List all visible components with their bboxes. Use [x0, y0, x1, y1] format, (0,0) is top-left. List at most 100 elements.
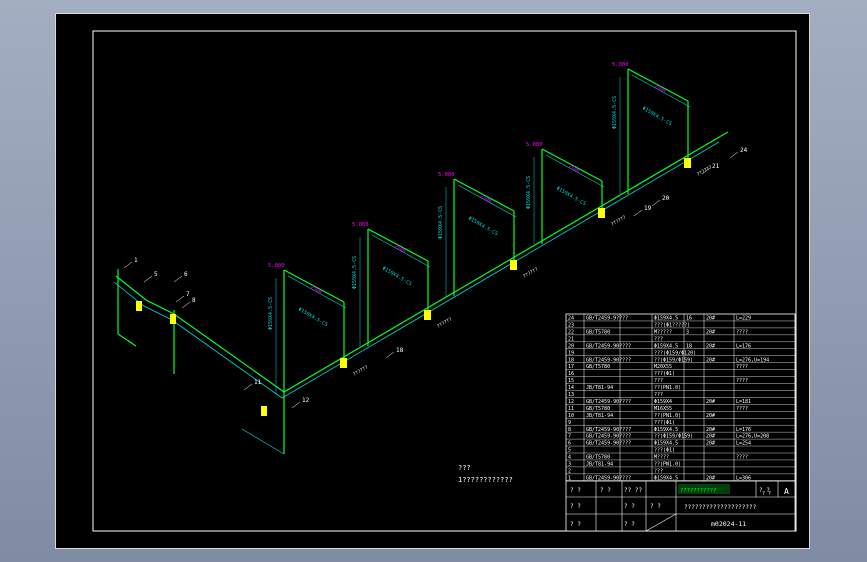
- title-mid-3: ? ?: [624, 521, 635, 528]
- bom-cell: 16: [686, 316, 692, 322]
- drawing-sheet: Φ159X4.5-CS Φ159X4.5-CS 5.000 2500?????? Φ15…: [55, 13, 810, 549]
- pipe-spec-label: Φ159X4.5-CS: [641, 106, 673, 128]
- bom-cell: ???(Φ1): [654, 420, 675, 426]
- elevation-label: 5.000: [612, 62, 629, 68]
- bom-cell: 20#: [706, 357, 715, 363]
- bom-cell: ???: [654, 378, 663, 384]
- elevation-label: 5.000: [352, 222, 369, 228]
- bom-cell: ???(Φ1): [654, 371, 675, 377]
- bom-cell: 20#: [706, 316, 715, 322]
- bom-cell: M?????: [654, 329, 672, 335]
- callout-leader: [385, 351, 395, 359]
- pipe-spec-label: Φ159X4.5-CS: [297, 307, 329, 329]
- bom-cell: GB/T2459-90????: [586, 343, 631, 349]
- bom-cell: 3: [686, 329, 689, 335]
- bom-cell: Φ159X4.5: [654, 316, 678, 322]
- bom-cell: Φ159X4.5: [654, 441, 678, 447]
- title-sheet: ? ?: [762, 491, 771, 497]
- title-left-2: ? ?: [570, 503, 581, 510]
- pipe-spec-label: Φ159X4.5-CS: [268, 297, 274, 330]
- bom-cell: 20: [568, 343, 574, 349]
- bom-cell: 17: [568, 364, 574, 370]
- bom-cell: GB/T5780: [586, 329, 610, 335]
- piping-isometric-drawing: Φ159X4.5-CS Φ159X4.5-CS5.0002500??????Φ15…: [92, 30, 797, 532]
- bom-cell: GB/T2459-90????: [586, 434, 631, 440]
- callout-leader: [123, 261, 133, 269]
- support-label: ??????: [522, 266, 539, 279]
- callout-leader: [143, 275, 153, 283]
- bom-cell: ??(PN1.0): [654, 462, 681, 468]
- callout-6: 6: [184, 271, 188, 278]
- callout-24: 24: [740, 147, 748, 154]
- bom-cell: ??(Φ159/Φ159): [654, 434, 693, 440]
- note-text: 1????????????: [458, 476, 513, 484]
- bom-cell: ???: [654, 468, 663, 474]
- callout-11: 11: [254, 379, 262, 386]
- bom-cell: L=276,U=208: [736, 434, 769, 440]
- bom-cell: 5: [568, 448, 571, 454]
- title-left-3: ? ?: [570, 521, 581, 528]
- callout-12: 12: [302, 397, 310, 404]
- callout-leader: [651, 199, 661, 207]
- pipe-spec-label: Φ159X4.5-CS: [612, 96, 618, 129]
- bom-cell: L=306: [736, 475, 751, 481]
- pipe-spec-label: Φ159X4.5-CS: [555, 186, 587, 208]
- bill-of-materials-table: 24 GB/T2459-9???? Φ159X4.5 16 20# L=22923 ???(…: [565, 313, 796, 481]
- title-project: ????????????????????: [684, 504, 757, 511]
- bom-cell: ???(Φ1): [654, 448, 675, 454]
- bom-cell: GB/T2459-90????: [586, 427, 631, 433]
- bom-cell: 12: [568, 399, 574, 405]
- bom-cell: 24: [568, 316, 574, 322]
- callout-leader: [291, 401, 301, 409]
- bom-cell: 8: [568, 427, 571, 433]
- bom-cell: GB/T2459-90????: [586, 357, 631, 363]
- outlet-flange: [261, 406, 267, 416]
- pipe-spec-label: Φ159X4.5-CS: [381, 266, 413, 288]
- bom-cell: JB/T81-94: [586, 462, 613, 468]
- title-mid-2: ? ?: [624, 503, 635, 510]
- cad-viewport[interactable]: Φ159X4.5-CS Φ159X4.5-CS 5.000 2500?????? Φ15…: [0, 0, 867, 562]
- title-drawing-no: m02024-11: [711, 520, 746, 528]
- bom-cell: ???: [654, 336, 663, 342]
- bom-cell: 16: [568, 371, 574, 377]
- title-left-4: ? ?: [600, 487, 611, 494]
- bom-cell: L=181: [736, 399, 751, 405]
- title-left-1: ? ?: [570, 487, 581, 494]
- callout-8: 8: [192, 297, 196, 304]
- note-label: ???: [458, 464, 471, 472]
- callout-18: 18: [396, 347, 404, 354]
- flange-fitting-4: [598, 208, 605, 218]
- bom-cell: GB/T5780: [586, 406, 610, 412]
- bom-cell: 6: [568, 441, 571, 447]
- bom-cell: ????: [736, 406, 748, 412]
- bom-cell: GB/T2459-90????: [586, 475, 631, 481]
- title-mid-4: ? ?: [650, 503, 661, 510]
- bom-cell: ????: [736, 455, 748, 461]
- support-label: ??????: [696, 164, 713, 177]
- bom-cell: 13: [568, 392, 574, 398]
- title-highlight: ???????????: [680, 488, 716, 494]
- bom-cell: ??(PN1.0): [654, 385, 681, 391]
- bom-cell: 7: [568, 434, 571, 440]
- callout-19: 19: [644, 205, 652, 212]
- bom-cell: M????: [654, 455, 669, 461]
- bom-cell: 23: [568, 323, 574, 329]
- bom-cell: ???(Φ1?????): [654, 323, 690, 329]
- bom-cell: ????: [736, 378, 748, 384]
- callout-7: 7: [186, 291, 190, 298]
- bom-cell: ???(Φ159/Φ120): [654, 350, 696, 356]
- bom-cell: Φ159X4.5: [654, 427, 678, 433]
- title-block: ??????????? ???????????????????? m02024-…: [565, 480, 796, 532]
- elevation-label: 5.000: [438, 172, 455, 178]
- callout-21: 21: [712, 163, 720, 170]
- callout-leader: [181, 301, 191, 309]
- bom-cell: 20#: [706, 343, 715, 349]
- bom-cell: 2: [568, 468, 571, 474]
- bom-cell: 20#: [706, 399, 715, 405]
- callout-20: 20: [662, 195, 670, 202]
- callout-1: 1: [134, 257, 138, 264]
- support-label: ??????: [352, 364, 369, 377]
- flange-fitting-2: [424, 310, 431, 320]
- bom-cell: 18: [686, 343, 692, 349]
- pipe-spec-label: Φ159X4.5-CS: [467, 216, 499, 238]
